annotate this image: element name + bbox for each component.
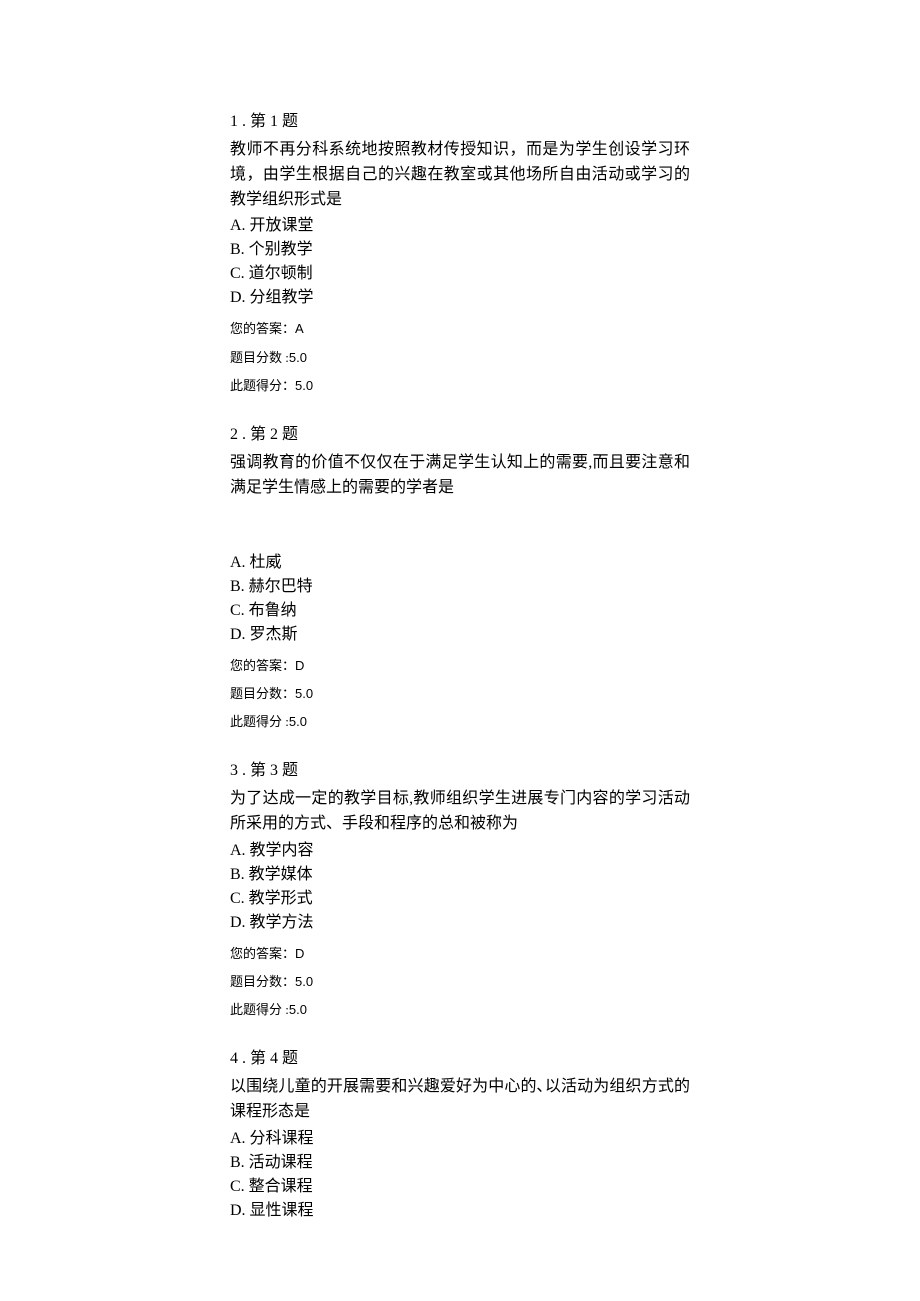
question-score-line: 题目分数：5.0 bbox=[230, 973, 690, 991]
earned-score-label: 此题得分 : bbox=[230, 714, 289, 729]
question-2: 2 . 第 2 题 强调教育的价值不仅仅在于满足学生认知上的需要,而且要注意和满… bbox=[230, 423, 690, 731]
earned-score-label: 此题得分： bbox=[230, 378, 295, 393]
option-b: B. 教学媒体 bbox=[230, 863, 690, 887]
question-body: 为了达成一定的教学目标,教师组织学生进展专门内容的学习活动所采用的方式、手段和程… bbox=[230, 787, 690, 837]
question-score-value: 5.0 bbox=[295, 974, 313, 989]
question-score-label: 题目分数： bbox=[230, 686, 295, 701]
your-answer-value: A bbox=[295, 321, 304, 336]
earned-score-value: 5.0 bbox=[295, 378, 313, 393]
option-c: C. 道尔顿制 bbox=[230, 262, 690, 286]
your-answer-line: 您的答案：D bbox=[230, 945, 690, 963]
option-d: D. 分组教学 bbox=[230, 286, 690, 310]
earned-score-label: 此题得分 : bbox=[230, 1002, 289, 1017]
your-answer-label: 您的答案： bbox=[230, 658, 295, 673]
question-score-value: 5.0 bbox=[289, 350, 307, 365]
option-d: D. 罗杰斯 bbox=[230, 623, 690, 647]
option-d: D. 教学方法 bbox=[230, 911, 690, 935]
question-1: 1 . 第 1 题 教师不再分科系统地按照教材传授知识，而是为学生创设学习环境，… bbox=[230, 110, 690, 395]
options-group: A. 开放课堂 B. 个别教学 C. 道尔顿制 D. 分组教学 bbox=[230, 214, 690, 310]
your-answer-label: 您的答案： bbox=[230, 321, 295, 336]
option-c: C. 布鲁纳 bbox=[230, 599, 690, 623]
question-index: 1 . 第 1 题 bbox=[230, 110, 690, 134]
option-d: D. 显性课程 bbox=[230, 1199, 690, 1223]
question-3: 3 . 第 3 题 为了达成一定的教学目标,教师组织学生进展专门内容的学习活动所… bbox=[230, 759, 690, 1019]
options-group: A. 教学内容 B. 教学媒体 C. 教学形式 D. 教学方法 bbox=[230, 839, 690, 935]
question-body: 强调教育的价值不仅仅在于满足学生认知上的需要,而且要注意和满足学生情感上的需要的… bbox=[230, 451, 690, 501]
question-index: 4 . 第 4 题 bbox=[230, 1047, 690, 1071]
question-4: 4 . 第 4 题 以围绕儿童的开展需要和兴趣爱好为中心的､以活动为组织方式的课… bbox=[230, 1047, 690, 1223]
earned-score-value: 5.0 bbox=[289, 1002, 307, 1017]
question-index: 2 . 第 2 题 bbox=[230, 423, 690, 447]
option-a: A. 开放课堂 bbox=[230, 214, 690, 238]
options-group: A. 杜威 B. 赫尔巴特 C. 布鲁纳 D. 罗杰斯 bbox=[230, 551, 690, 647]
question-score-line: 题目分数 :5.0 bbox=[230, 349, 690, 367]
question-index: 3 . 第 3 题 bbox=[230, 759, 690, 783]
earned-score-value: 5.0 bbox=[289, 714, 307, 729]
your-answer-line: 您的答案：A bbox=[230, 320, 690, 338]
question-score-line: 题目分数：5.0 bbox=[230, 685, 690, 703]
option-c: C. 教学形式 bbox=[230, 887, 690, 911]
option-a: A. 杜威 bbox=[230, 551, 690, 575]
your-answer-label: 您的答案： bbox=[230, 946, 295, 961]
earned-score-line: 此题得分 :5.0 bbox=[230, 713, 690, 731]
body-gap bbox=[230, 503, 690, 551]
question-score-label: 题目分数 : bbox=[230, 350, 289, 365]
option-a: A. 分科课程 bbox=[230, 1127, 690, 1151]
your-answer-value: D bbox=[295, 658, 304, 673]
option-b: B. 赫尔巴特 bbox=[230, 575, 690, 599]
question-score-value: 5.0 bbox=[295, 686, 313, 701]
option-b: B. 个别教学 bbox=[230, 238, 690, 262]
question-body: 教师不再分科系统地按照教材传授知识，而是为学生创设学习环境，由学生根据自己的兴趣… bbox=[230, 138, 690, 212]
your-answer-line: 您的答案：D bbox=[230, 657, 690, 675]
options-group: A. 分科课程 B. 活动课程 C. 整合课程 D. 显性课程 bbox=[230, 1127, 690, 1223]
earned-score-line: 此题得分 :5.0 bbox=[230, 1001, 690, 1019]
option-b: B. 活动课程 bbox=[230, 1151, 690, 1175]
option-a: A. 教学内容 bbox=[230, 839, 690, 863]
earned-score-line: 此题得分：5.0 bbox=[230, 377, 690, 395]
your-answer-value: D bbox=[295, 946, 304, 961]
option-c: C. 整合课程 bbox=[230, 1175, 690, 1199]
question-body: 以围绕儿童的开展需要和兴趣爱好为中心的､以活动为组织方式的课程形态是 bbox=[230, 1075, 690, 1125]
question-score-label: 题目分数： bbox=[230, 974, 295, 989]
